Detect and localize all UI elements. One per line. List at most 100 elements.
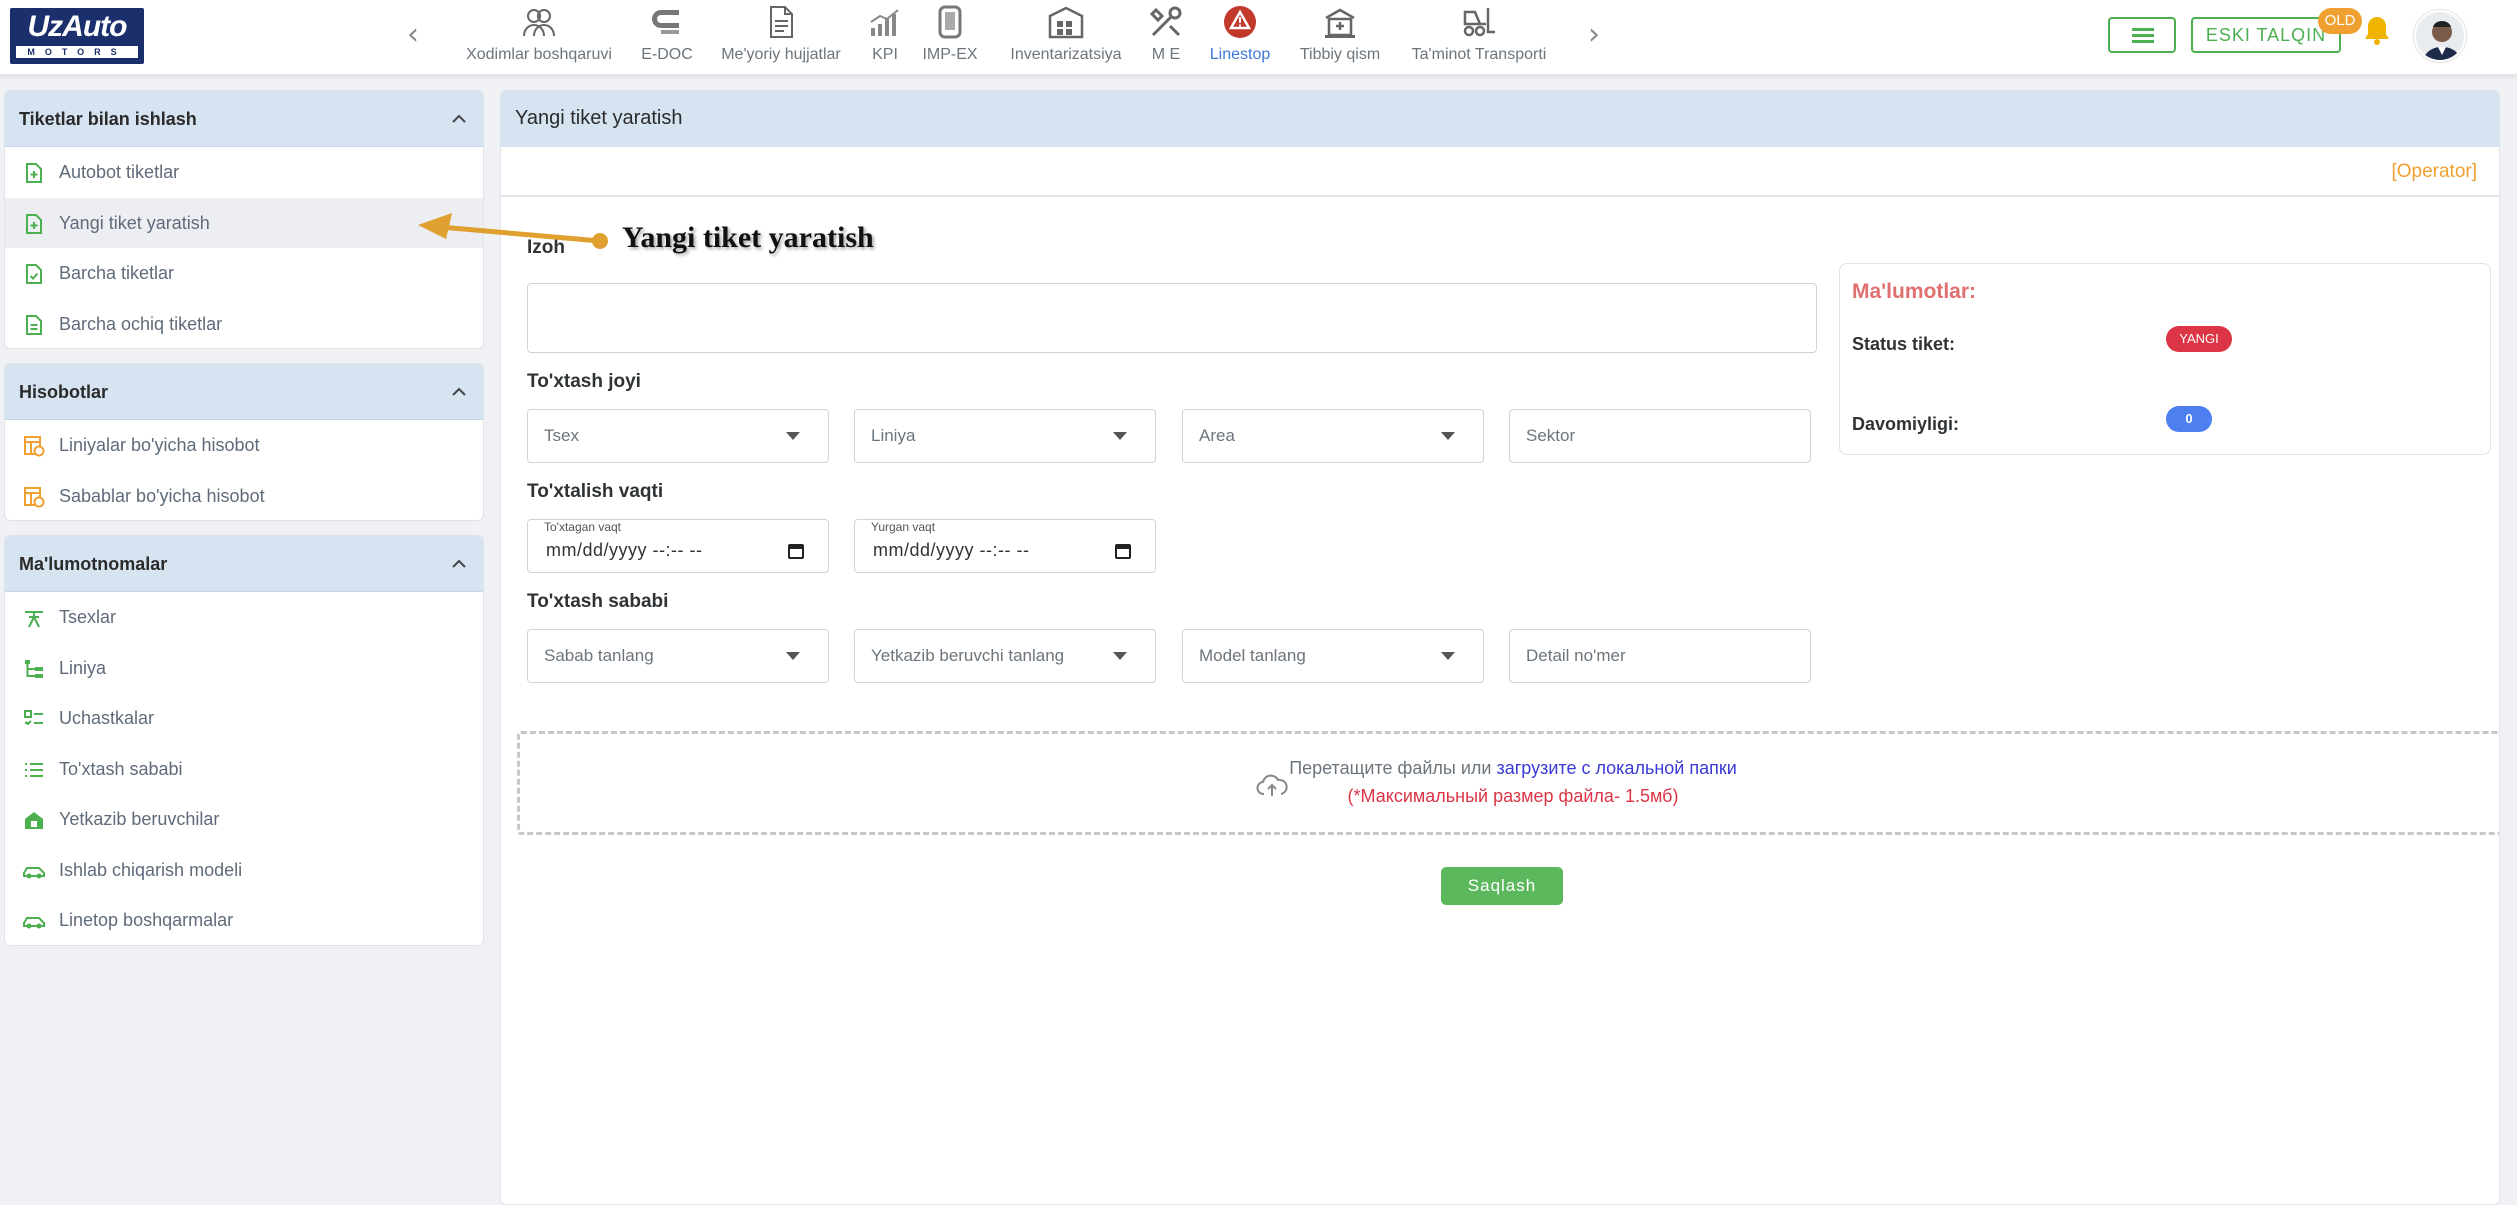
chevron-up-icon[interactable] <box>449 109 469 129</box>
hamburger-icon-line <box>2132 34 2154 37</box>
sidebar-item-label: Barcha tiketlar <box>59 263 175 283</box>
sidebar-item-label: Linetop boshqarmalar <box>59 910 234 930</box>
bell-icon[interactable] <box>2362 14 2392 46</box>
sidebar-item-label: Liniya <box>59 657 107 678</box>
tools-icon <box>1149 6 1182 37</box>
sabab-select-value: Sabab tanlang <box>544 646 654 665</box>
chevron-up-icon[interactable] <box>449 382 469 402</box>
calendar-icon[interactable] <box>788 543 804 559</box>
nav-item-edoc[interactable]: E-DOC <box>636 4 698 70</box>
sidebar-item-yetkazib[interactable]: Yetkazib beruvchilar <box>5 794 483 845</box>
workshop-icon <box>25 611 43 628</box>
sidebar-item-toxtash-sababi[interactable]: To'xtash sababi <box>5 744 483 795</box>
nav-item-tibbiy[interactable]: Tibbiy qism <box>1296 4 1384 70</box>
nav-item-inventarizatsiya[interactable]: Inventarizatsiya <box>1006 4 1126 70</box>
stop-time-label: To'xtagan vaqt <box>544 520 622 534</box>
nav-label: Me'yoriy hujjatlar <box>721 46 841 63</box>
sidebar-item-label: Yetkazib beruvchilar <box>59 809 220 829</box>
sidebar-item-model[interactable]: Ishlab chiqarish modeli <box>5 845 483 896</box>
sidebar-group-header[interactable]: Hisobotlar <box>5 364 483 420</box>
izoh-textarea[interactable] <box>527 283 1817 353</box>
nav-item-xodimlar[interactable]: Xodimlar boshqaruvi <box>460 4 618 70</box>
bar-chart-icon <box>870 9 899 36</box>
local-folder-link[interactable]: загрузите с локальной папки <box>1496 758 1736 778</box>
caret-down-icon <box>786 652 800 660</box>
model-select-value: Model tanlang <box>1199 646 1306 665</box>
sidebar-item-liniya[interactable]: Liniya <box>5 643 483 694</box>
nav-label: Tibbiy qism <box>1299 46 1381 63</box>
area-select-value: Area <box>1199 426 1235 445</box>
location-label: To'xtash joyi <box>527 371 641 392</box>
edoc-icon <box>652 10 679 34</box>
supplier-select[interactable]: Yetkazib beruvchi tanlang <box>854 629 1156 683</box>
nav-item-kpi[interactable]: KPI <box>864 4 906 70</box>
nav-item-meyoriy[interactable]: Me'yoriy hujjatlar <box>714 4 848 70</box>
sidebar-item-label: Ishlab chiqarish modeli <box>59 859 243 880</box>
sabab-select[interactable]: Sabab tanlang <box>527 629 829 683</box>
info-card: Ma'lumotlar: Status tiket: YANGI Davomiy… <box>1839 263 2491 455</box>
stop-time-input[interactable]: To'xtagan vaqt mm/dd/yyyy --:-- -- <box>527 519 829 573</box>
sidebar-item-liniyalar-hisobot[interactable]: Liniyalar bo'yicha hisobot <box>5 420 483 471</box>
hospital-icon <box>1325 8 1355 38</box>
file-size-limit: (*Максимальный размер файла- 1.5мб) <box>1347 786 1679 806</box>
users-icon <box>523 9 555 37</box>
caret-down-icon <box>1441 432 1455 440</box>
logo-text: UzAuto <box>27 10 128 43</box>
sidebar-item-label: Sabablar bo'yicha hisobot <box>59 485 265 506</box>
line-tree-icon <box>25 659 43 678</box>
nav-label: KPI <box>872 46 898 63</box>
info-title: Ma'lumotlar: <box>1852 280 1977 303</box>
nav-label: Xodimlar boshqaruvi <box>466 46 612 63</box>
supplier-icon <box>25 812 43 829</box>
sidebar-group-header[interactable]: Ma'lumotnomalar <box>5 536 483 592</box>
sidebar-item-sabablar-hisobot[interactable]: Sabablar bo'yicha hisobot <box>5 471 483 521</box>
old-badge: OLD <box>2318 8 2362 34</box>
sidebar-item-autobot[interactable]: Autobot tiketlar <box>5 147 483 198</box>
model-select[interactable]: Model tanlang <box>1182 629 1484 683</box>
file-text-icon <box>26 314 42 335</box>
tsex-select[interactable]: Tsex <box>527 409 829 463</box>
sidebar-item-tsexlar[interactable]: Tsexlar <box>5 592 483 643</box>
file-dropzone[interactable]: Перетащите файлы или загрузите с локальн… <box>517 731 2499 835</box>
hamburger-icon <box>2132 28 2154 31</box>
nav-label: Inventarizatsiya <box>1010 46 1122 63</box>
chevron-up-icon[interactable] <box>449 554 469 574</box>
sidebar-group-title: Ma'lumotnomalar <box>19 554 168 574</box>
sidebar-item-ochiq-tiketlar[interactable]: Barcha ochiq tiketlar <box>5 299 483 349</box>
detail-input[interactable]: Detail no'mer <box>1509 629 1811 683</box>
file-plus-icon <box>26 163 42 183</box>
liniya-select-value: Liniya <box>871 426 916 445</box>
document-icon <box>770 6 793 38</box>
calendar-icon[interactable] <box>1115 543 1131 559</box>
uzauto-logo[interactable]: UzAuto MOTORS <box>10 8 144 64</box>
area-select[interactable]: Area <box>1182 409 1484 463</box>
sektor-input[interactable]: Sektor <box>1509 409 1811 463</box>
sidebar-item-uchastkalar[interactable]: Uchastkalar <box>5 693 483 744</box>
logo-subtext: MOTORS <box>16 46 138 58</box>
user-avatar[interactable] <box>2414 10 2466 62</box>
nav-item-impex[interactable]: IMP-EX <box>920 4 980 70</box>
top-navbar: UzAuto MOTORS ‹ Xodimlar boshqaruvi E-DO… <box>0 0 2517 76</box>
warning-triangle-icon <box>1224 6 1256 38</box>
operator-role: [Operator] <box>501 147 2499 197</box>
detail-placeholder: Detail no'mer <box>1526 646 1626 665</box>
hamburger-icon-line <box>2132 40 2154 43</box>
sidebar-group-header[interactable]: Tiketlar bilan ishlash <box>5 91 483 147</box>
sidebar-item-label: Liniyalar bo'yicha hisobot <box>59 435 260 455</box>
liniya-select[interactable]: Liniya <box>854 409 1156 463</box>
file-plus-icon <box>26 213 42 234</box>
duration-label: Davomiyligi: <box>1852 414 1960 434</box>
save-button[interactable]: Saqlash <box>1441 867 1563 905</box>
nav-item-taminot[interactable]: Ta'minot Transporti <box>1406 4 1552 70</box>
menu-toggle-button[interactable] <box>2108 17 2176 53</box>
forklift-icon <box>1463 8 1495 37</box>
nav-item-me[interactable]: M E <box>1146 4 1186 70</box>
time-label: To'xtalish vaqti <box>527 481 664 502</box>
sidebar-item-linetop[interactable]: Linetop boshqarmalar <box>5 895 483 945</box>
nav-item-linestop[interactable]: Linestop <box>1204 4 1276 70</box>
nav-next-arrow-icon[interactable]: › <box>1588 20 1600 50</box>
tablet-icon <box>938 5 962 39</box>
sidebar-item-label: Uchastkalar <box>59 708 155 728</box>
nav-prev-arrow-icon[interactable]: ‹ <box>407 20 419 50</box>
run-time-input[interactable]: Yurgan vaqt mm/dd/yyyy --:-- -- <box>854 519 1156 573</box>
